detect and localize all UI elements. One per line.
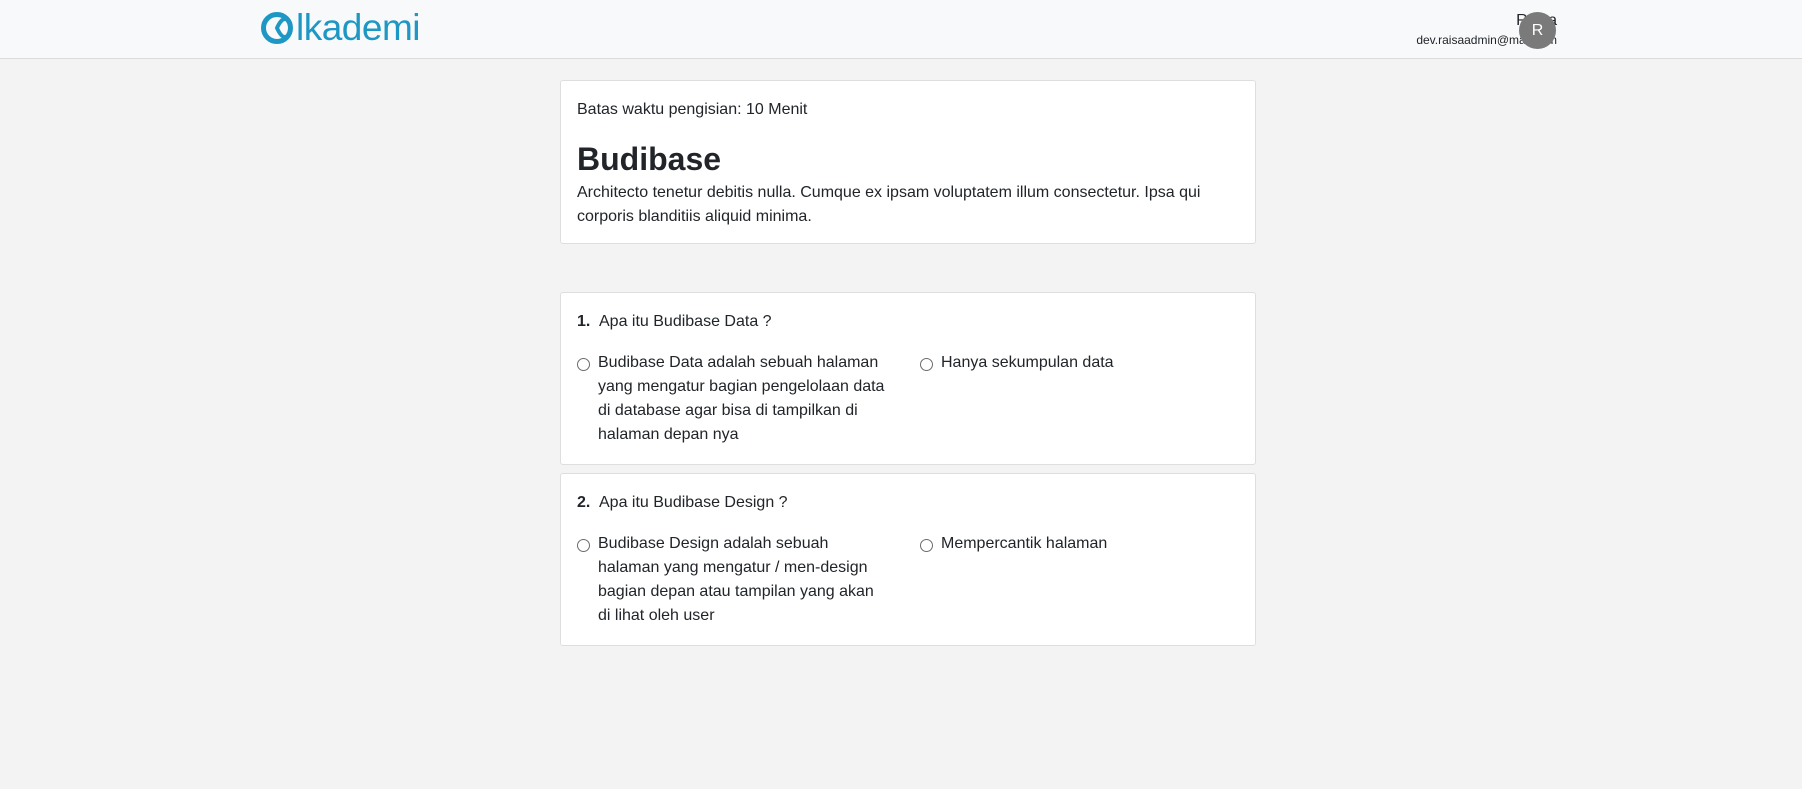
quiz-title: Budibase <box>577 141 722 177</box>
answer-option-2b[interactable]: Mempercantik halaman <box>920 535 1240 556</box>
question-header: 2. Apa itu Budibase Design ? <box>577 493 788 513</box>
question-text: Apa itu Budibase Data ? <box>599 313 772 330</box>
top-navbar: lkademi Raisa dev.raisaadmin@mail.com R <box>0 0 1802 59</box>
radio-button[interactable] <box>920 539 933 552</box>
option-label: Mempercantik halaman <box>941 535 1108 552</box>
radio-button[interactable] <box>577 539 590 552</box>
radio-button[interactable] <box>920 358 933 371</box>
answer-option-2a[interactable]: Budibase Design adalah sebuah halaman ya… <box>577 535 897 628</box>
question-card-1: 1. Apa itu Budibase Data ? Budibase Data… <box>560 292 1256 465</box>
question-text: Apa itu Budibase Design ? <box>599 494 788 511</box>
avatar[interactable]: R <box>1519 12 1556 49</box>
option-label: Budibase Design adalah sebuah halaman ya… <box>598 535 874 624</box>
quiz-info-card: Batas waktu pengisian: 10 Menit Budibase… <box>560 80 1256 244</box>
radio-button[interactable] <box>577 358 590 371</box>
logo-a-icon <box>259 10 295 46</box>
time-limit-text: Batas waktu pengisian: 10 Menit <box>577 101 808 118</box>
question-header: 1. Apa itu Budibase Data ? <box>577 312 772 332</box>
logo-text: lkademi <box>296 7 421 48</box>
question-number: 1. <box>577 313 591 330</box>
quiz-description: Architecto tenetur debitis nulla. Cumque… <box>577 184 1201 225</box>
option-label: Hanya sekumpulan data <box>941 354 1114 371</box>
question-number: 2. <box>577 494 591 511</box>
alkademi-logo[interactable]: lkademi <box>259 7 421 48</box>
question-card-2: 2. Apa itu Budibase Design ? Budibase De… <box>560 473 1256 646</box>
option-label: Budibase Data adalah sebuah halaman yang… <box>598 354 885 443</box>
answer-option-1b[interactable]: Hanya sekumpulan data <box>920 354 1240 375</box>
answer-option-1a[interactable]: Budibase Data adalah sebuah halaman yang… <box>577 354 897 447</box>
avatar-initial: R <box>1531 21 1544 39</box>
